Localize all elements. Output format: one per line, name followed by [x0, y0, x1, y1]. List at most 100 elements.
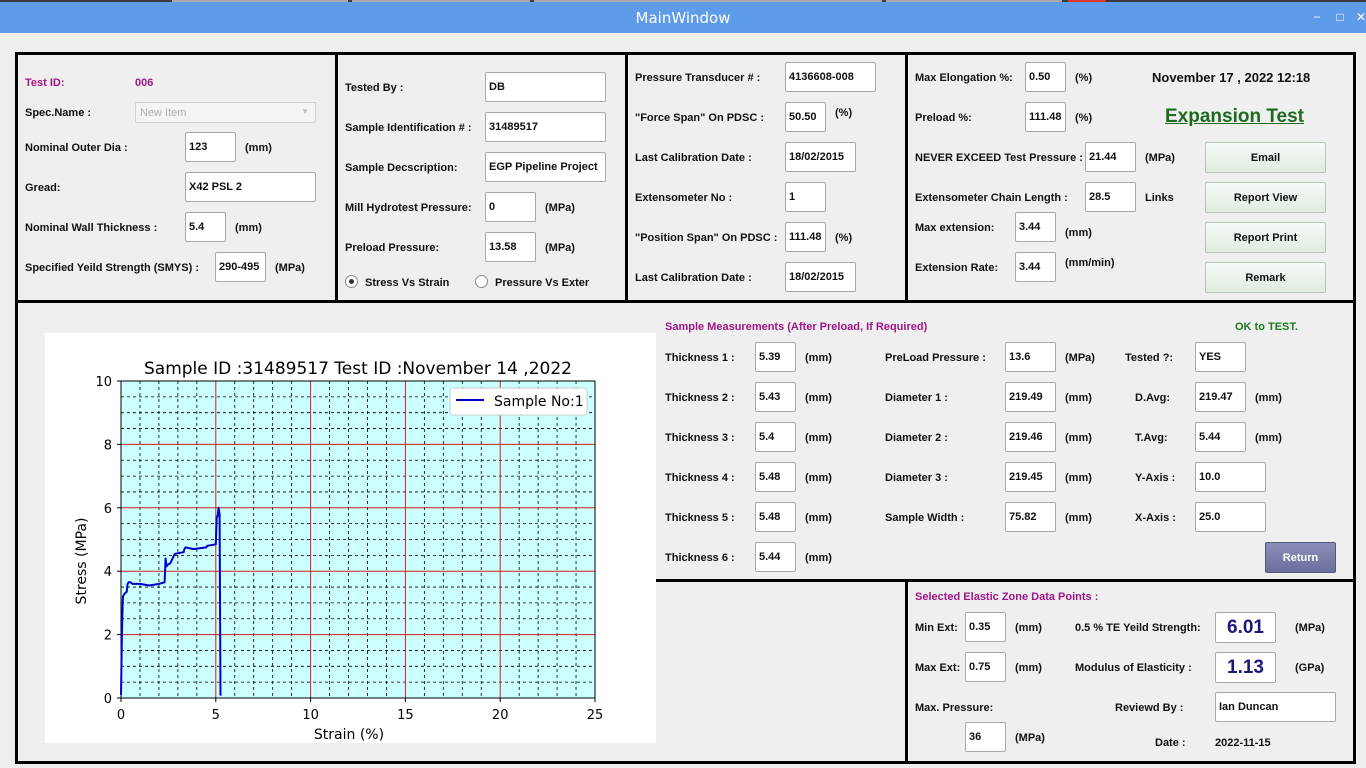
diameter-1-field[interactable]: 219.49 [1005, 382, 1056, 412]
x-tick-label: 0 [117, 708, 125, 723]
max-extension-field[interactable]: 3.44 [1015, 212, 1056, 242]
sample-width-label: Sample Width : [885, 512, 965, 524]
pressure-transducer-label: Pressure Transducer # : [635, 72, 761, 84]
diameter-3-unit: (mm) [1065, 472, 1092, 484]
preload-pressure-label: Preload Pressure: [345, 242, 440, 254]
extension-rate-field[interactable]: 3.44 [1015, 252, 1056, 282]
spec-name-label: Spec.Name : [25, 107, 92, 119]
wall-thickness-field[interactable]: 5.4 [185, 212, 226, 242]
diameter-3-label: Diameter 3 : [885, 472, 948, 484]
never-exceed-field[interactable]: 21.44 [1085, 142, 1136, 172]
tested-by-label: Tested By : [345, 82, 404, 94]
datetime-display: November 17 , 2022 12:18 [1152, 70, 1311, 85]
gread-field[interactable]: X42 PSL 2 [185, 172, 316, 202]
position-span-field[interactable]: 111.48 [785, 222, 826, 252]
preload-measured-field[interactable]: 13.6 [1005, 342, 1056, 372]
y-axis-label: Stress (MPa) [74, 518, 90, 605]
sample-description-field[interactable]: EGP Pipeline Project [485, 152, 606, 182]
modulus-unit: (GPa) [1295, 662, 1325, 674]
pressure-transducer-field[interactable]: 4136608-008 [785, 62, 876, 92]
preload-pressure-unit: (MPa) [545, 242, 575, 254]
reviewed-by-label: Reviewd By : [1115, 702, 1184, 714]
chain-length-field[interactable]: 28.5 [1085, 182, 1136, 212]
never-exceed-label: NEVER EXCEED Test Pressure : [915, 152, 1083, 164]
calibration-date-2-field[interactable]: 18/02/2015 [785, 262, 856, 292]
max-ext-field[interactable]: 0.75 [965, 652, 1006, 682]
max-extension-unit: (mm) [1065, 227, 1092, 239]
x-axis-setting-field[interactable]: 25.0 [1195, 502, 1266, 532]
chevron-down-icon: ▼ [301, 107, 309, 116]
report-view-button[interactable]: Report View [1205, 182, 1326, 213]
max-elongation-unit: (%) [1075, 72, 1093, 84]
thickness-2-field[interactable]: 5.43 [755, 382, 796, 412]
gread-label: Gread: [25, 182, 61, 194]
d-avg-field[interactable]: 219.47 [1195, 382, 1246, 412]
y-axis-setting-field[interactable]: 10.0 [1195, 462, 1266, 492]
position-span-label: "Position Span" On PDSC : [635, 232, 778, 244]
min-ext-label: Min Ext: [915, 622, 958, 634]
y-tick-label: 6 [104, 502, 112, 517]
stress-vs-strain-radio[interactable] [345, 275, 358, 288]
diameter-2-unit: (mm) [1065, 432, 1092, 444]
max-elongation-field[interactable]: 0.50 [1025, 62, 1066, 92]
diameter-3-field[interactable]: 219.45 [1005, 462, 1056, 492]
preload-pressure-field[interactable]: 13.58 [485, 232, 536, 262]
measurements-heading: Sample Measurements (After Preload, If R… [665, 321, 928, 333]
thickness-6-label: Thickness 6 : [665, 552, 735, 564]
max-pressure-field[interactable]: 36 [965, 722, 1006, 752]
thickness-6-field[interactable]: 5.44 [755, 542, 796, 572]
d-avg-label: D.Avg: [1135, 392, 1171, 404]
sample-id-field[interactable]: 31489517 [485, 112, 606, 142]
spec-name-select[interactable]: New Item ▼ [135, 102, 316, 123]
extension-rate-label: Extension Rate: [915, 262, 999, 274]
tested-label: Tested ?: [1125, 352, 1174, 364]
force-span-field[interactable]: 50.50 [785, 102, 826, 132]
d-avg-unit: (mm) [1255, 392, 1282, 404]
outer-dia-field[interactable]: 123 [185, 132, 236, 162]
min-ext-field[interactable]: 0.35 [965, 612, 1006, 642]
thickness-4-label: Thickness 4 : [665, 472, 735, 484]
reviewed-by-field[interactable]: Ian Duncan [1215, 692, 1336, 722]
report-print-button[interactable]: Report Print [1205, 222, 1326, 253]
maximize-icon[interactable]: □ [1333, 10, 1347, 24]
thickness-4-unit: (mm) [805, 472, 832, 484]
sample-width-field[interactable]: 75.82 [1005, 502, 1056, 532]
t-avg-field[interactable]: 5.44 [1195, 422, 1246, 452]
pressure-vs-extension-radio[interactable] [475, 275, 488, 288]
max-pressure-label: Max. Pressure: [915, 702, 994, 714]
thickness-2-label: Thickness 2 : [665, 392, 735, 404]
minimize-icon[interactable]: − [1310, 10, 1324, 24]
yield-strength-field[interactable]: 6.01 [1215, 612, 1276, 643]
modulus-field[interactable]: 1.13 [1215, 652, 1276, 683]
calibration-date-1-field[interactable]: 18/02/2015 [785, 142, 856, 172]
mill-hydrotest-field[interactable]: 0 [485, 192, 536, 222]
extensometer-no-field[interactable]: 1 [785, 182, 826, 212]
preload-percent-field[interactable]: 111.48 [1025, 102, 1066, 132]
thickness-3-unit: (mm) [805, 432, 832, 444]
tested-by-field[interactable]: DB [485, 72, 606, 102]
chart-legend: Sample No:1 [449, 387, 588, 416]
window-title: MainWindow [635, 9, 731, 27]
thickness-1-field[interactable]: 5.39 [755, 342, 796, 372]
x-tick-label: 15 [397, 708, 414, 723]
diameter-1-unit: (mm) [1065, 392, 1092, 404]
extension-rate-unit: (mm/min) [1065, 257, 1115, 269]
tested-field[interactable]: YES [1195, 342, 1246, 372]
thickness-5-field[interactable]: 5.48 [755, 502, 796, 532]
close-icon[interactable]: ✕ [1354, 10, 1366, 24]
x-tick-label: 5 [212, 708, 220, 723]
y-tick-label: 10 [95, 375, 112, 390]
thickness-4-field[interactable]: 5.48 [755, 462, 796, 492]
remark-button[interactable]: Remark [1205, 262, 1326, 293]
return-button[interactable]: Return [1265, 542, 1336, 573]
x-tick-label: 20 [492, 708, 509, 723]
test-type-title: Expansion Test [1165, 106, 1305, 127]
y-tick-label: 8 [104, 438, 112, 453]
thickness-3-field[interactable]: 5.4 [755, 422, 796, 452]
x-tick-label: 25 [587, 708, 604, 723]
diameter-2-field[interactable]: 219.46 [1005, 422, 1056, 452]
smys-field[interactable]: 290-495 [215, 252, 266, 282]
diameter-1-label: Diameter 1 : [885, 392, 948, 404]
preload-measured-unit: (MPa) [1065, 352, 1095, 364]
email-button[interactable]: Email [1205, 142, 1326, 173]
